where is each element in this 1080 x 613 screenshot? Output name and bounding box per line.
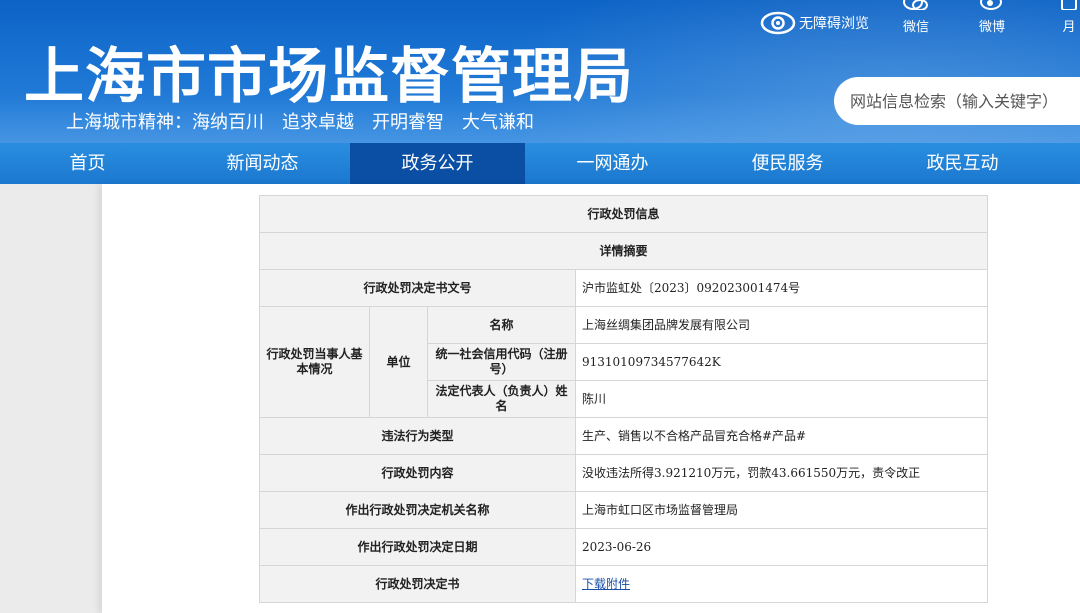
authority-value: 上海市虹口区市场监督管理局	[575, 491, 988, 529]
legal-rep-label: 法定代表人（负责人）姓名	[427, 380, 576, 418]
app-label: 月	[1062, 20, 1076, 35]
decision-doc-cell: 下载附件	[575, 565, 988, 603]
nav-item-one-stop-service[interactable]: 一网通办	[525, 143, 700, 184]
main-nav: 首页 新闻动态 政务公开 一网通办 便民服务 政民互动	[0, 143, 1080, 184]
credit-code-value: 91310109734577642K	[575, 343, 988, 381]
table-subtitle: 详情摘要	[259, 232, 988, 270]
table-title: 行政处罚信息	[259, 195, 988, 233]
doc-no-value: 沪市监虹处〔2023〕092023001474号	[575, 269, 988, 307]
decision-doc-label: 行政处罚决定书	[259, 565, 576, 603]
eye-icon	[760, 11, 796, 35]
legal-rep-value: 陈川	[575, 380, 988, 418]
nav-item-interaction[interactable]: 政民互动	[875, 143, 1050, 184]
app-link[interactable]: 月	[1044, 0, 1080, 40]
decision-date-value: 2023-06-26	[575, 528, 988, 566]
download-attachment-link[interactable]: 下载附件	[582, 577, 630, 591]
accessibility-label: 无障碍浏览	[799, 16, 869, 32]
authority-label: 作出行政处罚决定机关名称	[259, 491, 576, 529]
site-header: 上海市市场监督管理局 上海城市精神：海纳百川 追求卓越 开明睿智 大气谦和 无障…	[0, 0, 1080, 143]
credit-code-label: 统一社会信用代码（注册号）	[427, 343, 576, 381]
nav-item-home[interactable]: 首页	[0, 143, 175, 184]
app-icon	[1061, 0, 1077, 10]
penalty-content-value: 没收违法所得3.921210万元，罚款43.661550万元，责令改正	[575, 454, 988, 492]
wechat-link[interactable]: 微信	[891, 0, 941, 40]
accessibility-link[interactable]: 无障碍浏览	[760, 8, 869, 38]
weibo-icon	[980, 0, 1002, 10]
name-label: 名称	[427, 306, 576, 344]
weibo-label: 微博	[978, 20, 1005, 35]
violation-type-label: 违法行为类型	[259, 417, 576, 455]
decision-date-label: 作出行政处罚决定日期	[259, 528, 576, 566]
doc-no-label: 行政处罚决定书文号	[259, 269, 576, 307]
penalty-content-label: 行政处罚内容	[259, 454, 576, 492]
nav-item-news[interactable]: 新闻动态	[175, 143, 350, 184]
penalty-info-table: 行政处罚信息 详情摘要 行政处罚决定书文号 沪市监虹处〔2023〕0920230…	[259, 195, 988, 603]
site-search	[834, 77, 1080, 125]
unit-label: 单位	[369, 306, 428, 418]
nav-item-public-services[interactable]: 便民服务	[700, 143, 875, 184]
violation-type-value: 生产、销售以不合格产品冒充合格#产品#	[575, 417, 988, 455]
site-title[interactable]: 上海市市场监督管理局	[24, 28, 634, 115]
search-input[interactable]	[850, 77, 1080, 125]
party-label: 行政处罚当事人基本情况	[259, 306, 370, 418]
top-links: 无障碍浏览 微信 微博 月	[760, 0, 1080, 40]
city-spirit-slogan: 上海城市精神：海纳百川 追求卓越 开明睿智 大气谦和	[66, 112, 534, 133]
weibo-link[interactable]: 微博	[967, 0, 1017, 40]
wechat-label: 微信	[902, 20, 929, 35]
nav-item-government-affairs[interactable]: 政务公开	[350, 143, 525, 184]
name-value: 上海丝绸集团品牌发展有限公司	[575, 306, 988, 344]
wechat-icon	[903, 0, 928, 10]
